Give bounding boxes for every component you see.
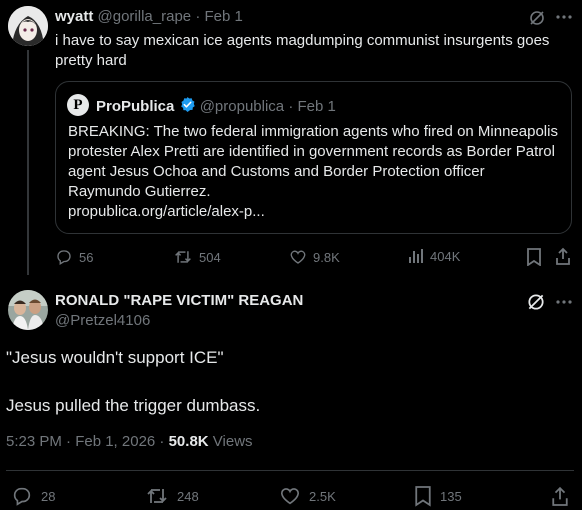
quote-text: BREAKING: The two federal immigration ag…	[68, 122, 560, 222]
repost-icon	[173, 248, 193, 266]
tweet1-text: i have to say mexican ice agents magdump…	[55, 32, 550, 69]
reply-count: 28	[41, 488, 56, 504]
more-icon[interactable]	[556, 14, 572, 20]
views-button[interactable]: 404K	[408, 248, 460, 264]
reply-icon	[11, 485, 33, 507]
views-count: 404K	[430, 248, 461, 264]
reply-button[interactable]: 28	[11, 485, 55, 507]
more-icon[interactable]	[556, 299, 572, 305]
grok-icon[interactable]	[528, 9, 546, 27]
divider	[6, 470, 574, 471]
tweet2-text-line1: "Jesus wouldn't support ICE"	[6, 348, 224, 367]
heart-icon	[279, 485, 301, 507]
bookmark-button[interactable]: 135	[414, 485, 462, 507]
tweet1-handle[interactable]: @gorilla_rape	[98, 8, 192, 25]
propublica-logo-letter: P	[73, 97, 83, 113]
repost-count: 248	[177, 488, 199, 504]
quote-author-name: ProPublica	[96, 98, 175, 115]
tweet2-timestamp[interactable]: 5:23 PM · Feb 1, 2026 ·	[6, 433, 169, 450]
analytics-icon	[408, 248, 424, 264]
like-count: 9.8K	[313, 249, 340, 265]
tweet1-header: wyatt @gorilla_rape · Feb 1	[55, 8, 243, 25]
quote-header: ProPublica @propublica · Feb 1	[96, 96, 336, 117]
reply-button[interactable]: 56	[55, 248, 93, 266]
like-button[interactable]: 9.8K	[289, 248, 340, 266]
dot-separator: ·	[288, 98, 294, 115]
like-count: 2.5K	[309, 488, 336, 504]
quote-body: BREAKING: The two federal immigration ag…	[68, 123, 558, 200]
views-label: Views	[208, 433, 253, 450]
repost-button[interactable]: 248	[145, 485, 199, 507]
reply-icon	[55, 248, 73, 266]
tweet2-text-line2: Jesus pulled the trigger dumbass.	[6, 396, 261, 415]
thread-connector-line	[27, 50, 29, 275]
reagan-avatar[interactable]	[8, 290, 48, 330]
verified-badge-icon	[179, 96, 196, 117]
repost-count: 504	[199, 249, 221, 265]
like-button[interactable]: 2.5K	[279, 485, 336, 507]
quoted-tweet-card[interactable]: P ProPublica @propublica · Feb 1 BREAKIN…	[55, 81, 572, 234]
quote-link[interactable]: propublica.org/article/alex-p...	[68, 202, 560, 222]
wyatt-avatar[interactable]	[8, 6, 48, 46]
tweet2-metadata: 5:23 PM · Feb 1, 2026 · 50.8K Views	[6, 433, 253, 450]
repost-button[interactable]: 504	[173, 248, 221, 266]
bookmark-count: 135	[440, 488, 462, 504]
repost-icon	[145, 485, 169, 507]
tweet1-author-name[interactable]: wyatt	[55, 8, 93, 25]
quote-handle: @propublica	[199, 98, 285, 115]
tweet2-handle[interactable]: @Pretzel4106	[55, 312, 150, 329]
propublica-avatar: P	[67, 94, 89, 116]
dot-separator: ·	[195, 8, 201, 25]
quote-date: Feb 1	[297, 98, 336, 115]
tweet1-date[interactable]: Feb 1	[204, 8, 242, 25]
tweet2-author-name[interactable]: RONALD "RAPE VICTIM" REAGAN	[55, 292, 303, 309]
bookmark-icon	[414, 485, 432, 507]
grok-icon[interactable]	[526, 292, 546, 312]
share-button[interactable]	[551, 485, 569, 507]
bookmark-button[interactable]	[526, 248, 542, 266]
heart-icon	[289, 248, 307, 266]
tweet2-views-count: 50.8K	[168, 433, 209, 450]
share-button[interactable]	[555, 247, 571, 265]
reply-count: 56	[79, 249, 94, 265]
